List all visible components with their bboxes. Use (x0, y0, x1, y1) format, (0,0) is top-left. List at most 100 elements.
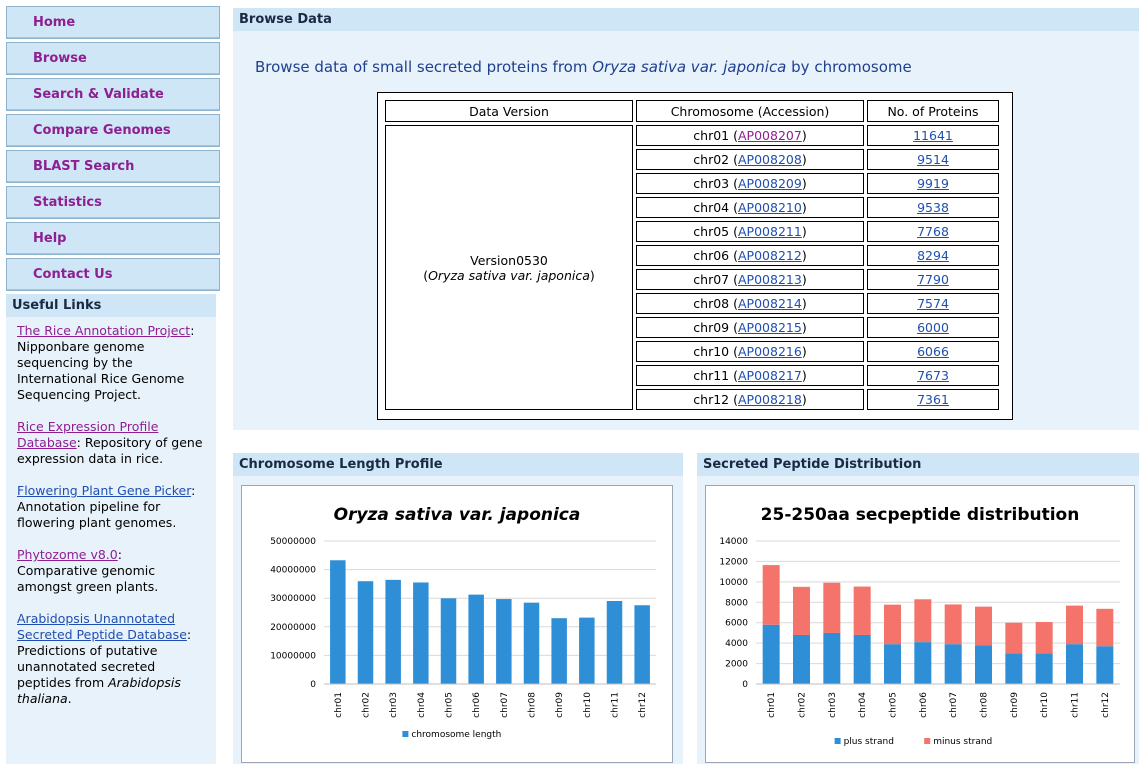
protein-count-link[interactable]: 6000 (917, 320, 949, 335)
accession-link[interactable]: AP008208 (738, 152, 802, 167)
link-phytozome[interactable]: Phytozome v8.0 (17, 547, 118, 562)
bar-chromosome-length (468, 594, 484, 684)
bar-minus-strand (1035, 622, 1053, 654)
useful-link-item: The Rice Annotation Project: Nipponbare … (17, 323, 195, 402)
x-tick-label: chr05 (445, 692, 455, 718)
protein-count-link[interactable]: 8294 (917, 248, 949, 263)
chromosome-cell: chr12 (AP008218) (636, 389, 864, 410)
protein-count-link[interactable]: 11641 (913, 128, 953, 143)
x-tick-label: chr04 (417, 692, 427, 718)
bar-chromosome-length (523, 602, 540, 684)
chromosome-length-title: Chromosome Length Profile (233, 453, 683, 476)
chromosome-cell: chr03 (AP008209) (636, 173, 864, 194)
protein-count-cell: 9538 (867, 197, 999, 218)
x-tick-label: chr01 (767, 692, 777, 718)
protein-count-link[interactable]: 7673 (917, 368, 949, 383)
protein-count-cell: 11641 (867, 125, 999, 146)
x-tick-label: chr08 (528, 692, 538, 718)
nav-contact-us[interactable]: Contact Us (6, 258, 220, 291)
accession-link[interactable]: AP008212 (738, 248, 802, 263)
nav-blast-search[interactable]: BLAST Search (6, 150, 220, 183)
protein-count-cell: 6066 (867, 341, 999, 362)
x-tick-label: chr12 (1101, 692, 1111, 718)
nav-compare-genomes[interactable]: Compare Genomes (6, 114, 220, 147)
chromosome-cell: chr09 (AP008215) (636, 317, 864, 338)
y-tick-label: 0 (310, 680, 316, 690)
useful-link-item: Arabidopsis Unannotated Secreted Peptide… (17, 611, 192, 706)
x-tick-label: chr09 (555, 692, 565, 718)
legend-label: minus strand (933, 737, 992, 747)
bar-minus-strand (975, 606, 992, 646)
bar-chromosome-length (579, 617, 595, 684)
y-tick-label: 6000 (725, 619, 748, 629)
protein-count-cell: 9919 (867, 173, 999, 194)
bar-plus-strand (1035, 653, 1053, 684)
accession-link[interactable]: AP008210 (738, 200, 802, 215)
accession-link[interactable]: AP008211 (738, 224, 802, 239)
protein-count-link[interactable]: 7574 (917, 296, 949, 311)
bar-minus-strand (853, 586, 871, 635)
main-nav: Home Browse Search & Validate Compare Ge… (6, 6, 220, 294)
protein-count-link[interactable]: 9538 (917, 200, 949, 215)
y-tick-label: 10000000 (270, 651, 316, 661)
bar-minus-strand (1096, 608, 1114, 647)
x-tick-label: chr10 (1040, 692, 1050, 718)
accession-link[interactable]: AP008213 (738, 272, 802, 287)
accession-link[interactable]: AP008215 (738, 320, 802, 335)
protein-count-cell: 7768 (867, 221, 999, 242)
header-no-of-proteins: No. of Proteins (867, 100, 999, 122)
protein-count-link[interactable]: 6066 (917, 344, 949, 359)
nav-search-validate[interactable]: Search & Validate (6, 78, 220, 111)
y-tick-label: 10000 (719, 578, 748, 588)
bar-chromosome-length (330, 560, 346, 684)
secreted-peptide-chart-box: 25-250aa secpeptide distribution 0 2000 400… (705, 485, 1135, 763)
protein-count-cell: 7790 (867, 269, 999, 290)
accession-link[interactable]: AP008207 (738, 128, 802, 143)
accession-link[interactable]: AP008209 (738, 176, 802, 191)
link-rice-annotation-project[interactable]: The Rice Annotation Project (17, 323, 190, 338)
link-arabidopsis-secreted-peptide-db[interactable]: Arabidopsis Unannotated Secreted Peptide… (17, 611, 187, 642)
useful-link-item: Phytozome v8.0: Comparative genomic amon… (17, 547, 159, 594)
x-tick-label: chr12 (638, 692, 648, 718)
bar-plus-strand (1066, 644, 1083, 684)
chromosome-cell: chr05 (AP008211) (636, 221, 864, 242)
protein-count-link[interactable]: 7768 (917, 224, 949, 239)
chromosome-cell: chr04 (AP008210) (636, 197, 864, 218)
chromosome-cell: chr10 (AP008216) (636, 341, 864, 362)
protein-count-link[interactable]: 9514 (917, 152, 949, 167)
x-tick-label: chr11 (1071, 692, 1081, 718)
bar-chromosome-length (385, 579, 401, 684)
nav-statistics[interactable]: Statistics (6, 186, 220, 219)
accession-link[interactable]: AP008217 (738, 368, 802, 383)
accession-link[interactable]: AP008214 (738, 296, 802, 311)
useful-links-title: Useful Links (6, 294, 216, 317)
bar-chromosome-length (634, 605, 650, 684)
x-tick-label: chr09 (1010, 692, 1020, 718)
browse-data-panel: Browse Data Browse data of small secrete… (233, 8, 1139, 430)
bar-chromosome-length (413, 582, 429, 684)
nav-help[interactable]: Help (6, 222, 220, 255)
accession-link[interactable]: AP008218 (738, 392, 802, 407)
x-tick-label: chr01 (334, 692, 344, 718)
chart-title: 25-250aa secpeptide distribution (761, 505, 1080, 525)
bar-plus-strand (914, 642, 932, 684)
nav-home[interactable]: Home (6, 6, 220, 39)
useful-link-item: Flowering Plant Gene Picker: Annotation … (17, 483, 196, 530)
protein-count-link[interactable]: 7361 (917, 392, 949, 407)
accession-link[interactable]: AP008216 (738, 344, 802, 359)
bar-plus-strand (762, 624, 780, 684)
legend-swatch (924, 738, 931, 744)
nav-browse[interactable]: Browse (6, 42, 220, 75)
protein-count-link[interactable]: 9919 (917, 176, 949, 191)
y-tick-label: 0 (742, 680, 748, 690)
x-tick-label: chr05 (889, 692, 899, 718)
chromosome-cell: chr07 (AP008213) (636, 269, 864, 290)
chromosome-length-panel: Chromosome Length Profile Oryza sativa v… (233, 453, 683, 764)
table-row: Version0530 (Oryza sativa var. japonica) c… (385, 125, 999, 410)
link-flowering-plant-gene-picker[interactable]: Flowering Plant Gene Picker (17, 483, 191, 498)
protein-count-link[interactable]: 7790 (917, 272, 949, 287)
x-tick-label: chr11 (611, 692, 621, 718)
chromosome-cell: chr06 (AP008212) (636, 245, 864, 266)
bar-plus-strand (1096, 646, 1114, 684)
y-tick-label: 2000 (725, 660, 748, 670)
